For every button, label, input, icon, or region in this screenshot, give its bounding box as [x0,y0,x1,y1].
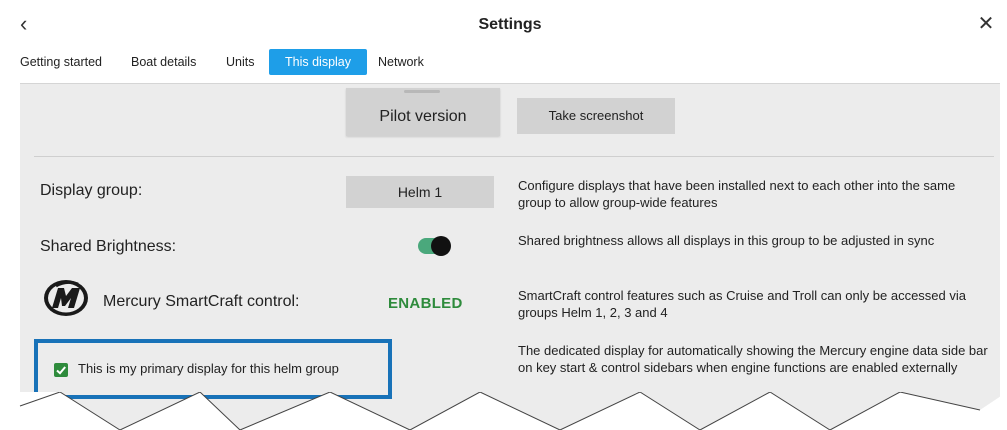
take-screenshot-button[interactable]: Take screenshot [517,98,675,134]
smartcraft-label: Mercury SmartCraft control: [103,293,300,310]
toggle-knob [431,236,451,256]
primary-display-description: The dedicated display for automatically … [518,343,988,375]
page-title: Settings [478,16,542,33]
mercury-logo-icon [42,278,90,318]
settings-window: ‹ Settings ✕ Getting started Boat detail… [20,10,1000,430]
display-group-select[interactable]: Helm 1 [346,176,494,208]
tab-this-display[interactable]: This display [269,49,367,75]
torn-edge-decoration [0,392,1007,430]
shared-brightness-label: Shared Brightness: [40,238,177,255]
tab-boat-details[interactable]: Boat details [131,49,196,75]
close-icon[interactable]: ✕ [976,13,996,37]
primary-display-label: This is my primary display for this helm… [78,361,339,376]
button-notch [404,90,440,93]
pilot-version-label: Pilot version [379,108,467,125]
shared-brightness-toggle[interactable] [418,236,451,256]
display-group-label: Display group: [40,182,143,199]
pilot-version-button[interactable]: Pilot version [346,88,500,136]
tab-bar: Getting started Boat details Units This … [20,40,1000,84]
check-icon [56,366,66,375]
smartcraft-description: SmartCraft control features such as Crui… [518,288,966,320]
display-group-description: Configure displays that have been instal… [518,178,956,210]
title-bar: ‹ Settings ✕ [20,10,1000,40]
primary-display-highlight: This is my primary display for this helm… [34,339,392,399]
smartcraft-status[interactable]: ENABLED [388,295,463,312]
section-divider [34,156,994,157]
tab-units[interactable]: Units [226,49,254,75]
tab-network[interactable]: Network [378,49,424,75]
primary-display-checkbox[interactable] [54,363,68,377]
tab-getting-started[interactable]: Getting started [20,49,102,75]
shared-brightness-description: Shared brightness allows all displays in… [518,233,935,248]
